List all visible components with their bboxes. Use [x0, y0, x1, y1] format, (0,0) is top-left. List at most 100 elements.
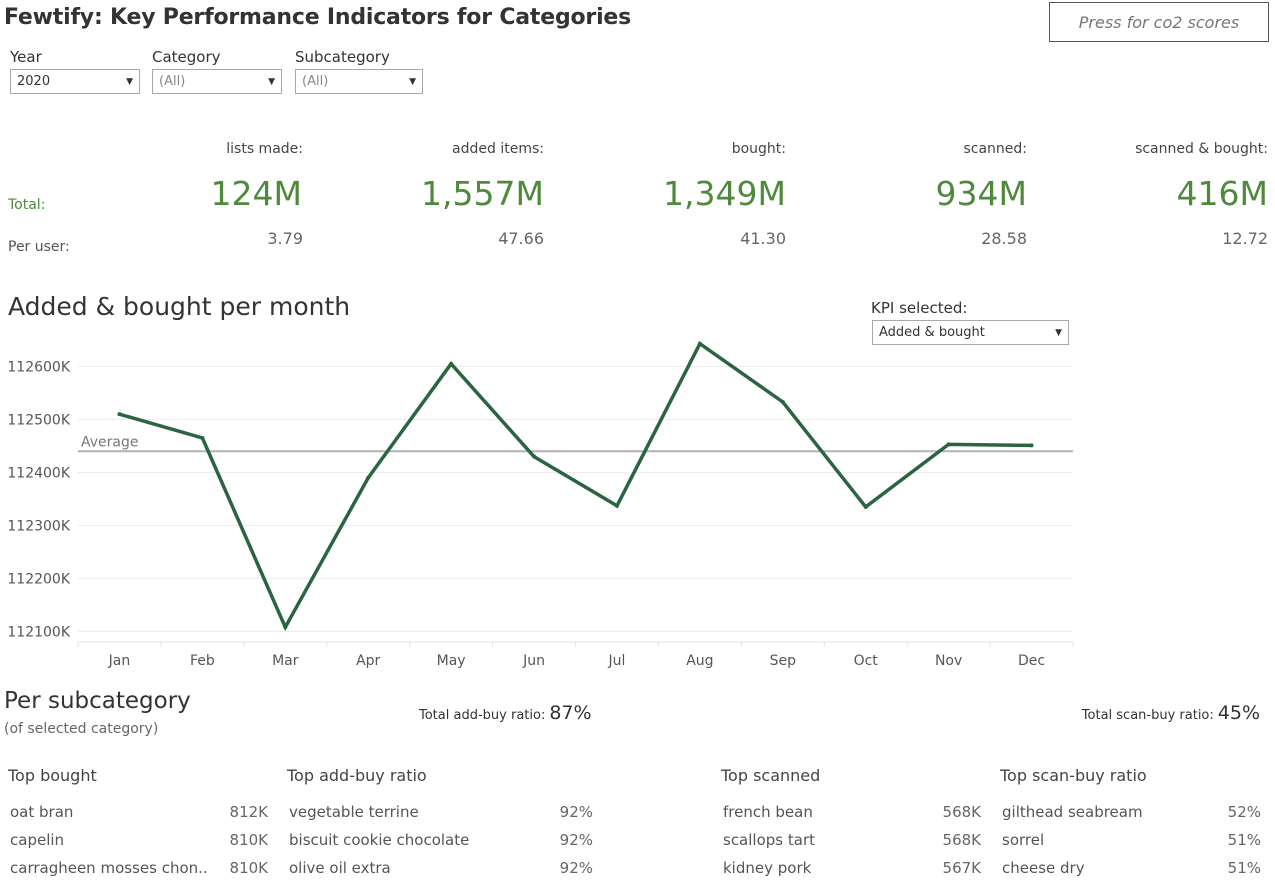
co2-scores-button[interactable]: Press for co2 scores: [1049, 2, 1269, 42]
kpi-lists-per-user: 3.79: [267, 229, 303, 248]
data-point: [366, 475, 371, 480]
kpi-added-total: 1,557M: [421, 174, 544, 213]
chevron-down-icon: ▼: [126, 76, 133, 87]
x-tick-label: Sep: [770, 653, 797, 669]
x-tick-label: Jun: [522, 653, 545, 669]
list-item-value: 567K: [942, 859, 981, 877]
kpi-added-per-user: 47.66: [498, 229, 544, 248]
data-point: [200, 436, 205, 441]
per-user-row-label: Per user:: [8, 239, 70, 255]
data-point: [1029, 443, 1034, 448]
list-item: kidney pork: [723, 859, 812, 877]
top-bought-heading: Top bought: [8, 766, 97, 785]
chevron-down-icon: ▼: [268, 76, 275, 87]
x-tick-label: Feb: [190, 653, 215, 669]
kpi-bought-total: 1,349M: [663, 174, 786, 213]
data-point: [449, 361, 454, 366]
x-tick-label: Nov: [935, 653, 962, 669]
kpi-scanned-bought-total: 416M: [1176, 174, 1268, 213]
data-point: [946, 442, 951, 447]
kpi-scanned-total: 934M: [935, 174, 1027, 213]
list-item: scallops tart: [723, 831, 815, 849]
top-scan-buy-heading: Top scan-buy ratio: [1000, 766, 1147, 785]
y-tick-label: 112600K: [7, 359, 70, 375]
scan-buy-ratio-label: Total scan-buy ratio:: [1081, 708, 1214, 723]
list-item-value: 52%: [1227, 803, 1261, 821]
x-tick-label: Mar: [272, 653, 299, 669]
line-chart: 112100K 112200K 112300K 112400K 112500K 11260…: [7, 341, 1074, 669]
add-buy-ratio-label: Total add-buy ratio:: [419, 708, 546, 723]
list-item-value: 568K: [942, 803, 981, 821]
chart-title: Added & bought per month: [8, 292, 351, 321]
chevron-down-icon: ▼: [409, 76, 416, 87]
subcategory-filter-label: Subcategory: [295, 48, 390, 66]
list-item-value: 92%: [559, 831, 593, 849]
data-point: [780, 399, 785, 404]
subcategory-title: Per subcategory: [4, 688, 191, 714]
x-tick-label: Jan: [108, 653, 131, 669]
list-item: sorrel: [1002, 831, 1045, 849]
y-tick-label: 112200K: [7, 571, 70, 587]
page-title: Fewtify: Key Performance Indicators for …: [4, 5, 632, 30]
kpi-selector-value: Added & bought: [879, 325, 985, 340]
x-tick-label: Apr: [356, 653, 380, 669]
data-point: [532, 454, 537, 459]
chevron-down-icon: ▼: [1055, 327, 1062, 338]
list-item: biscuit cookie chocolate: [289, 831, 470, 849]
scan-buy-ratio-value: 45%: [1217, 702, 1260, 724]
add-buy-ratio: Total add-buy ratio: 87%: [419, 702, 592, 724]
list-item: vegetable terrine: [289, 803, 419, 821]
kpi-scanned-per-user: 28.58: [981, 229, 1027, 248]
x-tick-label: Dec: [1018, 653, 1045, 669]
kpi-bought-per-user: 41.30: [740, 229, 786, 248]
add-buy-ratio-value: 87%: [549, 702, 592, 724]
x-tick-label: May: [437, 653, 466, 669]
list-item: carragheen mosses chon..: [10, 859, 208, 877]
kpi-lists-total: 124M: [210, 174, 302, 213]
total-row-label: Total:: [8, 197, 46, 213]
kpi-lists-label: lists made:: [226, 141, 303, 157]
kpi-added-label: added items:: [452, 141, 544, 157]
list-item: capelin: [10, 831, 65, 849]
x-tick-label: Aug: [686, 653, 713, 669]
series-line: [119, 341, 1032, 632]
category-filter: Category (All) ▼: [152, 48, 282, 94]
list-item: cheese dry: [1002, 859, 1085, 877]
list-item-value: 92%: [559, 803, 593, 821]
y-tick-label: 112400K: [7, 465, 70, 481]
x-tick-label: Jul: [608, 653, 626, 669]
year-dropdown[interactable]: 2020 ▼: [10, 69, 140, 94]
year-dropdown-value: 2020: [17, 74, 51, 89]
subcategory-dropdown[interactable]: (All) ▼: [295, 69, 423, 94]
category-dropdown-value: (All): [159, 74, 186, 89]
list-item-value: 812K: [229, 803, 268, 821]
y-tick-label: 112300K: [7, 518, 70, 534]
list-item: olive oil extra: [289, 859, 391, 877]
subcategory-dropdown-value: (All): [302, 74, 329, 89]
scan-buy-ratio: Total scan-buy ratio: 45%: [1082, 702, 1260, 724]
list-item: french bean: [723, 803, 813, 821]
list-item-value: 92%: [559, 859, 593, 877]
data-point: [863, 504, 868, 509]
top-add-buy-heading: Top add-buy ratio: [287, 766, 427, 785]
list-item-value: 568K: [942, 831, 981, 849]
x-tick-label: Oct: [854, 653, 879, 669]
year-filter-label: Year: [10, 48, 42, 66]
kpi-bought-label: bought:: [731, 141, 786, 157]
list-item-value: 51%: [1227, 859, 1261, 877]
kpi-scanned-label: scanned:: [963, 141, 1027, 157]
category-filter-label: Category: [152, 48, 221, 66]
data-point: [614, 503, 619, 508]
list-item-value: 810K: [229, 831, 268, 849]
data-point: [283, 625, 288, 630]
list-item: gilthead seabream: [1002, 803, 1143, 821]
average-label: Average: [81, 434, 139, 450]
list-item: oat bran: [10, 803, 74, 821]
kpi-scanned-bought-per-user: 12.72: [1222, 229, 1268, 248]
list-item-value: 810K: [229, 859, 268, 877]
year-filter: Year 2020 ▼: [10, 48, 140, 94]
top-scanned-heading: Top scanned: [721, 766, 821, 785]
y-tick-label: 112500K: [7, 412, 70, 428]
y-tick-label: 112100K: [7, 624, 70, 640]
category-dropdown[interactable]: (All) ▼: [152, 69, 282, 94]
